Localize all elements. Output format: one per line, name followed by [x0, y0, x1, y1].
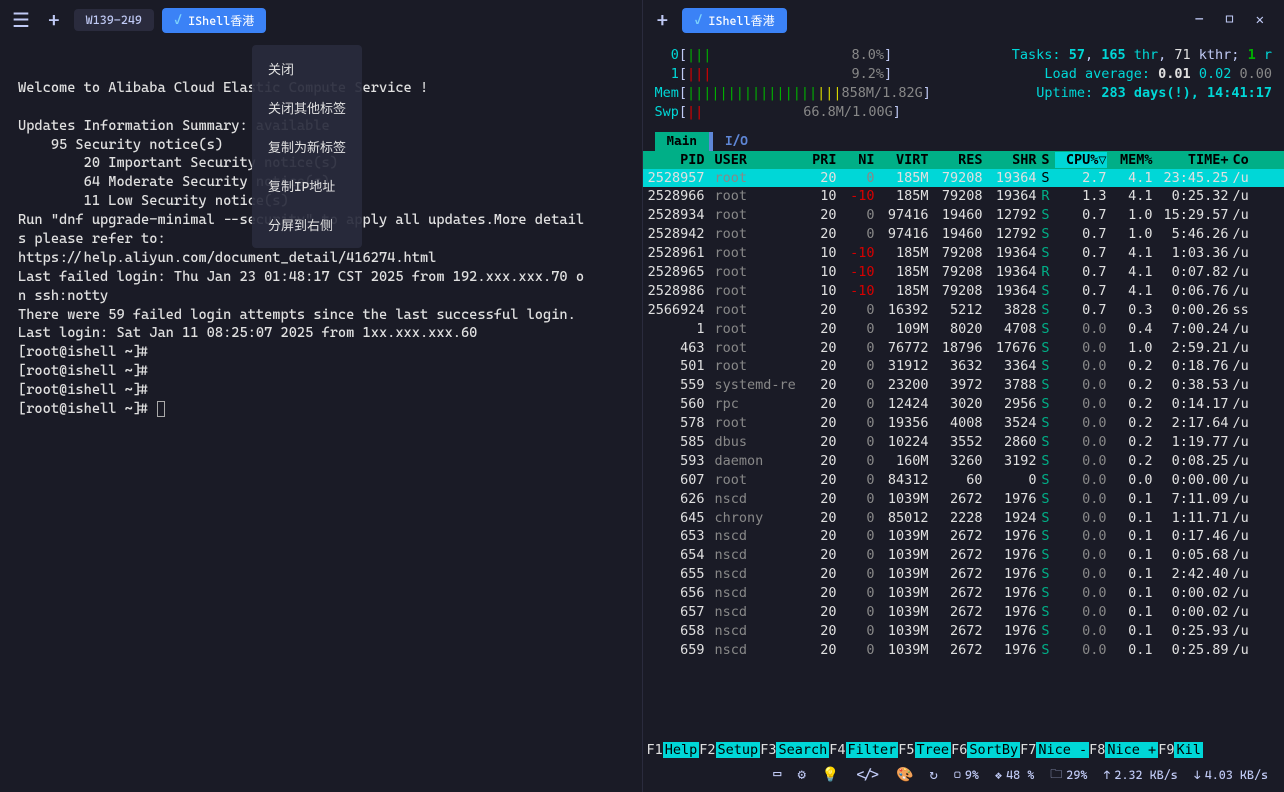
table-row[interactable]: 578root2001935640083524S0.00.22:17.64/u	[643, 414, 1284, 433]
function-key[interactable]: F4Filter	[829, 742, 898, 758]
tab-inactive[interactable]: W139-249	[74, 9, 154, 31]
table-row[interactable]: 607root20084312600S0.00.00:00.00/u	[643, 471, 1284, 490]
tab-active-label: IShell香港	[188, 12, 254, 29]
table-row[interactable]: 655nscd2001039M26721976S0.00.12:42.40/u	[643, 565, 1284, 584]
laptop-icon[interactable]: ▭	[773, 767, 781, 783]
right-terminal-pane: + ✓ IShell香港 — □ ✕ 0[|||8.0%]Tasks: 57, …	[643, 0, 1284, 792]
col-cmd[interactable]: Co	[1229, 152, 1284, 168]
htop-summary: 0[|||8.0%]Tasks: 57, 165 thr, 71 kthr; 1…	[643, 40, 1284, 128]
col-mem[interactable]: MEM%	[1107, 152, 1153, 168]
htop-tab-io[interactable]: I/O	[713, 132, 760, 151]
table-row[interactable]: 1root200109M80204708S0.00.47:00.24/u	[643, 320, 1284, 339]
check-icon: ✓	[174, 12, 182, 28]
color-icon[interactable]: 🎨	[896, 767, 913, 783]
col-res[interactable]: RES	[929, 152, 983, 168]
new-tab-button[interactable]: +	[42, 6, 66, 34]
table-row[interactable]: 656nscd2001039M26721976S0.00.10:00.02/u	[643, 584, 1284, 603]
function-key[interactable]: F5Tree	[898, 742, 951, 758]
code-icon[interactable]: </>	[855, 767, 880, 783]
context-menu-item[interactable]: 关闭其他标签	[252, 88, 362, 127]
tab-active[interactable]: ✓ IShell香港	[162, 8, 266, 33]
col-shr[interactable]: SHR	[983, 152, 1037, 168]
hamburger-icon[interactable]: ☰	[8, 4, 34, 36]
table-row[interactable]: 2566924root2001639252123828S0.70.30:00.2…	[643, 301, 1284, 320]
bulb-icon[interactable]: 💡	[822, 767, 839, 783]
function-key[interactable]: F3Search	[760, 742, 829, 758]
table-row[interactable]: 657nscd2001039M26721976S0.00.10:00.02/u	[643, 603, 1284, 622]
table-row[interactable]: 659nscd2001039M26721976S0.00.10:25.89/u	[643, 641, 1284, 660]
close-icon[interactable]: ✕	[1256, 12, 1264, 28]
table-row[interactable]: 2528942root200974161946012792S0.71.05:46…	[643, 225, 1284, 244]
table-row[interactable]: 2528986root10-10185M7920819364S0.74.10:0…	[643, 282, 1284, 301]
function-key[interactable]: F1Help	[647, 742, 700, 758]
context-menu-item[interactable]: 关闭	[252, 49, 362, 88]
context-menu-item[interactable]: 复制IP地址	[252, 166, 362, 205]
htop-process-list[interactable]: 2528957root200185M7920819364S2.74.123:45…	[643, 169, 1284, 742]
col-ni[interactable]: NI	[837, 152, 875, 168]
col-pri[interactable]: PRI	[799, 152, 837, 168]
function-key[interactable]: F6SortBy	[951, 742, 1020, 758]
context-menu-item[interactable]: 分屏到右侧	[252, 205, 362, 244]
table-row[interactable]: 626nscd2001039M26721976S0.00.17:11.09/u	[643, 490, 1284, 509]
table-row[interactable]: 2528966root10-10185M7920819364R1.34.10:2…	[643, 187, 1284, 206]
htop-function-keys: F1Help F2Setup F3SearchF4FilterF5Tree F6…	[643, 742, 1284, 758]
check-icon: ✓	[694, 12, 702, 28]
tab-active[interactable]: ✓ IShell香港	[682, 8, 786, 33]
context-menu-item[interactable]: 复制为新标签	[252, 127, 362, 166]
col-cpu[interactable]: CPU%▽	[1055, 152, 1107, 168]
function-key[interactable]: F8Nice +	[1089, 742, 1158, 758]
table-row[interactable]: 2528961root10-10185M7920819364S0.74.11:0…	[643, 244, 1284, 263]
tab-active-label: IShell香港	[708, 12, 774, 29]
refresh-icon[interactable]: ↻	[929, 767, 937, 783]
htop-tab-main[interactable]: Main	[655, 132, 709, 151]
table-row[interactable]: 585dbus2001022435522860S0.00.21:19.77/u	[643, 433, 1284, 452]
status-disk: 🗀 29%	[1050, 765, 1087, 786]
table-row[interactable]: 560rpc2001242430202956S0.00.20:14.17/u	[643, 395, 1284, 414]
col-user[interactable]: USER	[711, 152, 799, 168]
maximize-icon[interactable]: □	[1225, 12, 1233, 28]
table-row[interactable]: 2528965root10-10185M7920819364R0.74.10:0…	[643, 263, 1284, 282]
function-key[interactable]: F2Setup	[699, 742, 760, 758]
window-controls: — □ ✕	[1195, 12, 1276, 28]
status-upload: ↑ 2.32 KB/s	[1103, 768, 1177, 782]
status-mem: ❖ 48 %	[995, 768, 1034, 782]
function-key[interactable]: F9Kil	[1158, 742, 1203, 758]
table-row[interactable]: 2528934root200974161946012792S0.71.015:2…	[643, 206, 1284, 225]
left-terminal-pane: ☰ + W139-249 ✓ IShell香港 关闭关闭其他标签复制为新标签复制…	[0, 0, 643, 792]
col-pid[interactable]: PID	[643, 152, 711, 168]
table-row[interactable]: 645chrony2008501222281924S0.00.11:11.71/…	[643, 509, 1284, 528]
table-row[interactable]: 501root2003191236323364S0.00.20:18.76/u	[643, 357, 1284, 376]
htop-view-tabs: Main I/O	[643, 128, 1284, 151]
tab-context-menu: 关闭关闭其他标签复制为新标签复制IP地址分屏到右侧	[252, 45, 362, 248]
table-row[interactable]: 654nscd2001039M26721976S0.00.10:05.68/u	[643, 546, 1284, 565]
table-row[interactable]: 463root200767721879617676S0.01.02:59.21/…	[643, 339, 1284, 358]
table-row[interactable]: 658nscd2001039M26721976S0.00.10:25.93/u	[643, 622, 1284, 641]
col-virt[interactable]: VIRT	[875, 152, 929, 168]
table-row[interactable]: 593daemon200160M32603192S0.00.20:08.25/u	[643, 452, 1284, 471]
table-row[interactable]: 653nscd2001039M26721976S0.00.10:17.46/u	[643, 527, 1284, 546]
right-tabbar: + ✓ IShell香港 — □ ✕	[643, 0, 1284, 40]
left-tabbar: ☰ + W139-249 ✓ IShell香港	[0, 0, 642, 40]
table-row[interactable]: 559systemd-re2002320039723788S0.00.20:38…	[643, 376, 1284, 395]
new-tab-button[interactable]: +	[651, 6, 675, 34]
col-time[interactable]: TIME+	[1153, 152, 1229, 168]
settings-icon[interactable]: ⚙	[797, 767, 805, 783]
table-row[interactable]: 2528957root200185M7920819364S2.74.123:45…	[643, 169, 1284, 188]
status-bar: ▭ ⚙ 💡 </> 🎨 ↻ ▢ 9% ❖ 48 % 🗀 29% ↑ 2.32 K…	[643, 758, 1284, 792]
minimize-icon[interactable]: —	[1195, 12, 1203, 28]
col-s[interactable]: S	[1037, 152, 1055, 168]
htop-column-header[interactable]: PID USER PRI NI VIRT RES SHR S CPU%▽ MEM…	[643, 151, 1284, 169]
status-cpu: ▢ 9%	[954, 768, 979, 782]
status-download: ↓ 4.03 KB/s	[1194, 768, 1268, 782]
function-key[interactable]: F7Nice -	[1020, 742, 1089, 758]
